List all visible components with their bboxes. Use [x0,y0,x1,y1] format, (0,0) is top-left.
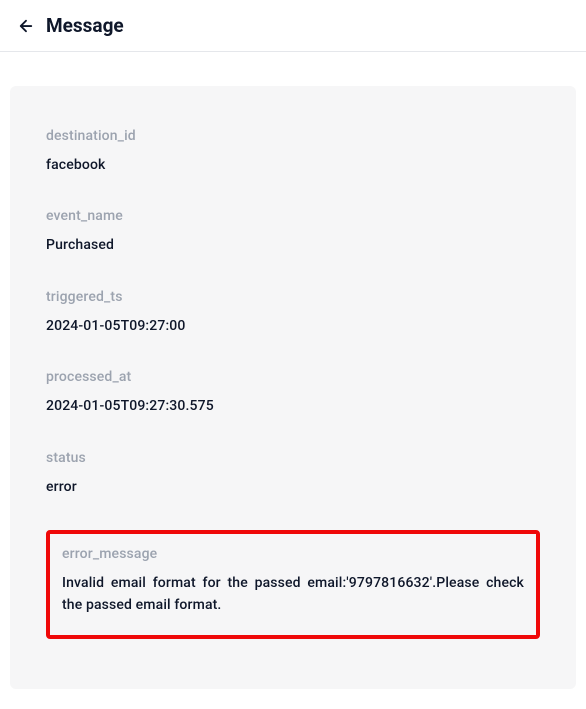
field-label: processed_at [46,369,540,385]
field-value: facebook [46,154,540,176]
arrow-left-icon [17,17,35,35]
field-value: Invalid email format for the passed emai… [62,572,524,617]
message-card: destination_id facebook event_name Purch… [10,86,576,689]
page-header: Message [0,0,586,52]
field-event-name: event_name Purchased [46,208,540,256]
field-label: event_name [46,208,540,224]
field-value: 2024-01-05T09:27:00 [46,315,540,337]
page-title: Message [46,14,124,37]
field-label: triggered_ts [46,289,540,305]
field-triggered-ts: triggered_ts 2024-01-05T09:27:00 [46,289,540,337]
field-label: destination_id [46,128,540,144]
field-value: 2024-01-05T09:27:30.575 [46,395,540,417]
field-label: status [46,450,540,466]
field-value: Purchased [46,234,540,256]
content-wrapper: destination_id facebook event_name Purch… [0,52,586,709]
field-processed-at: processed_at 2024-01-05T09:27:30.575 [46,369,540,417]
field-status: status error [46,450,540,498]
field-value: error [46,476,540,498]
field-label: error_message [62,546,524,562]
back-button[interactable] [16,16,36,36]
field-destination-id: destination_id facebook [46,128,540,176]
field-error-message: error_message Invalid email format for t… [46,530,540,639]
